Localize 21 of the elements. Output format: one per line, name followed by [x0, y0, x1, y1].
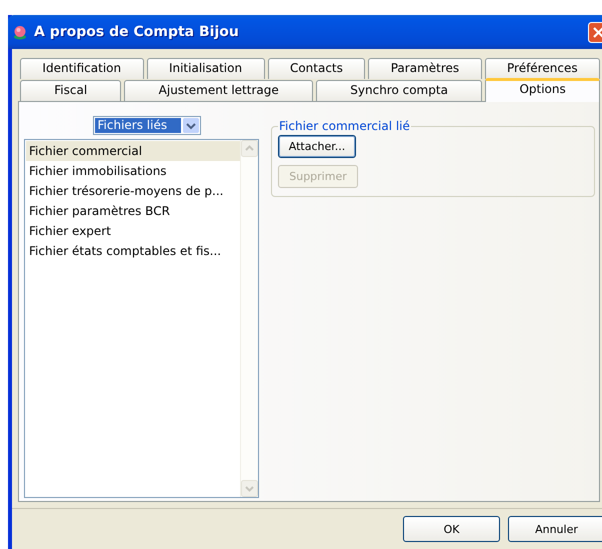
attach-button[interactable]: Attacher... [278, 135, 356, 158]
tab[interactable]: Fiscal [20, 80, 122, 101]
tab[interactable]: Contacts [268, 58, 366, 79]
file-list-item[interactable]: Fichier paramètres BCR [26, 201, 240, 221]
file-list-item[interactable]: Fichier immobilisations [26, 161, 240, 181]
tab[interactable]: Préférences [484, 58, 600, 79]
tab[interactable]: Options [485, 78, 600, 102]
tab[interactable]: Ajustement lettrage [124, 80, 314, 101]
file-list-item[interactable]: Fichier trésorerie-moyens de p... [26, 181, 240, 201]
window-title: A propos de Compta Bijou [34, 24, 239, 40]
tab[interactable]: Paramètres [368, 58, 482, 79]
file-list-item[interactable]: Fichier expert [26, 221, 240, 241]
cancel-button[interactable]: Annuler [508, 516, 602, 542]
file-list-item[interactable]: Fichier commercial [26, 141, 240, 161]
file-type-dropdown[interactable]: Fichiers liés [92, 116, 200, 135]
tab[interactable]: Initialisation [146, 58, 265, 79]
tab[interactable]: Synchro compta [316, 80, 482, 101]
tab[interactable]: Identification [20, 58, 144, 79]
file-list-item[interactable]: Fichier états comptables et fis... [26, 241, 240, 261]
ok-button[interactable]: OK [403, 516, 500, 542]
group-title: Fichier commercial lié [278, 119, 411, 133]
